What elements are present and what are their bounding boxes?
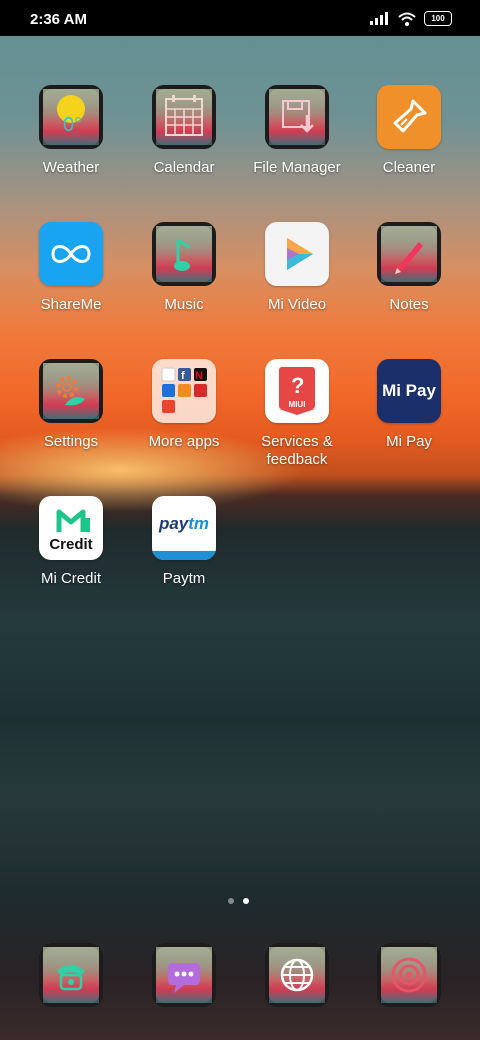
- mi-pay-logo-text: Mi Pay: [382, 381, 436, 400]
- app-label: Services & feedback: [261, 433, 333, 468]
- help-icon: ? MIUI: [265, 359, 329, 423]
- messaging-icon: [152, 943, 216, 1007]
- app-file-manager[interactable]: File Manager: [241, 85, 353, 177]
- app-more-apps[interactable]: N f More apps: [128, 359, 240, 451]
- page-dot-1[interactable]: [228, 898, 234, 904]
- page-dot-2-active[interactable]: [243, 898, 249, 904]
- app-label: ShareMe: [40, 296, 102, 313]
- app-label: Mi Video: [267, 296, 327, 313]
- app-weather[interactable]: 0° Weather: [15, 85, 127, 177]
- folder-icon: [265, 85, 329, 149]
- dock-camera[interactable]: [353, 943, 465, 1007]
- gear-icon: [39, 359, 103, 423]
- app-settings[interactable]: Settings: [15, 359, 127, 451]
- calendar-icon: [152, 85, 216, 149]
- status-bar: 2:36 AM 100: [0, 0, 480, 36]
- infinity-icon: [39, 222, 103, 286]
- status-time: 2:36 AM: [30, 11, 87, 28]
- dock-phone[interactable]: [15, 943, 127, 1007]
- wifi-icon: [398, 12, 416, 26]
- mi-credit-logo-icon: Credit: [39, 496, 103, 560]
- paytm-logo: paytm: [152, 514, 216, 534]
- status-icons: 100: [370, 11, 452, 26]
- phone-icon: [39, 943, 103, 1007]
- svg-text:?: ?: [291, 373, 304, 398]
- app-label: Paytm: [162, 570, 206, 587]
- app-label: Cleaner: [382, 159, 436, 176]
- app-paytm[interactable]: paytm Paytm: [128, 496, 240, 588]
- globe-icon: [265, 943, 329, 1007]
- pencil-icon: [377, 222, 441, 286]
- app-music[interactable]: Music: [128, 222, 240, 314]
- app-mi-pay[interactable]: Mi Pay Mi Pay: [353, 359, 465, 451]
- folder-icon: N f: [152, 359, 216, 423]
- battery-icon: 100: [424, 11, 452, 26]
- app-shareme[interactable]: ShareMe: [15, 222, 127, 314]
- app-label: Mi Pay: [386, 433, 432, 450]
- svg-text:N: N: [195, 370, 203, 382]
- app-notes[interactable]: Notes: [353, 222, 465, 314]
- app-label: Notes: [389, 296, 429, 313]
- paytm-pay: pay: [158, 514, 189, 533]
- app-label: More apps: [148, 433, 220, 450]
- paytm-logo-icon: paytm: [152, 496, 216, 560]
- app-mi-credit[interactable]: Credit Mi Credit: [15, 496, 127, 588]
- app-label: Calendar: [153, 159, 215, 176]
- app-label: Mi Credit: [40, 570, 101, 587]
- credit-text: Credit: [49, 536, 93, 553]
- mi-pay-logo-icon: Mi Pay: [377, 359, 441, 423]
- app-label: File Manager: [253, 159, 341, 176]
- page-indicator: [228, 898, 249, 904]
- app-mi-video[interactable]: Mi Video: [241, 222, 353, 314]
- signal-icon: [370, 12, 388, 25]
- paytm-tm: tm: [188, 514, 210, 533]
- svg-text:0°: 0°: [63, 114, 82, 136]
- app-label: Weather: [42, 159, 100, 176]
- dock-messaging[interactable]: [128, 943, 240, 1007]
- paytm-bar: [152, 551, 216, 560]
- app-label: Settings: [43, 433, 99, 450]
- camera-icon: [377, 943, 441, 1007]
- miui-label: MIUI: [288, 400, 306, 409]
- app-services-feedback[interactable]: ? MIUI Services & feedback: [241, 359, 353, 469]
- music-note-icon: [152, 222, 216, 286]
- svg-text:f: f: [181, 370, 185, 382]
- app-calendar[interactable]: Calendar: [128, 85, 240, 177]
- app-cleaner[interactable]: Cleaner: [353, 85, 465, 177]
- app-label: Music: [164, 296, 204, 313]
- play-icon: [265, 222, 329, 286]
- dock-browser[interactable]: [241, 943, 353, 1007]
- broom-icon: [377, 85, 441, 149]
- weather-icon: 0°: [39, 85, 103, 149]
